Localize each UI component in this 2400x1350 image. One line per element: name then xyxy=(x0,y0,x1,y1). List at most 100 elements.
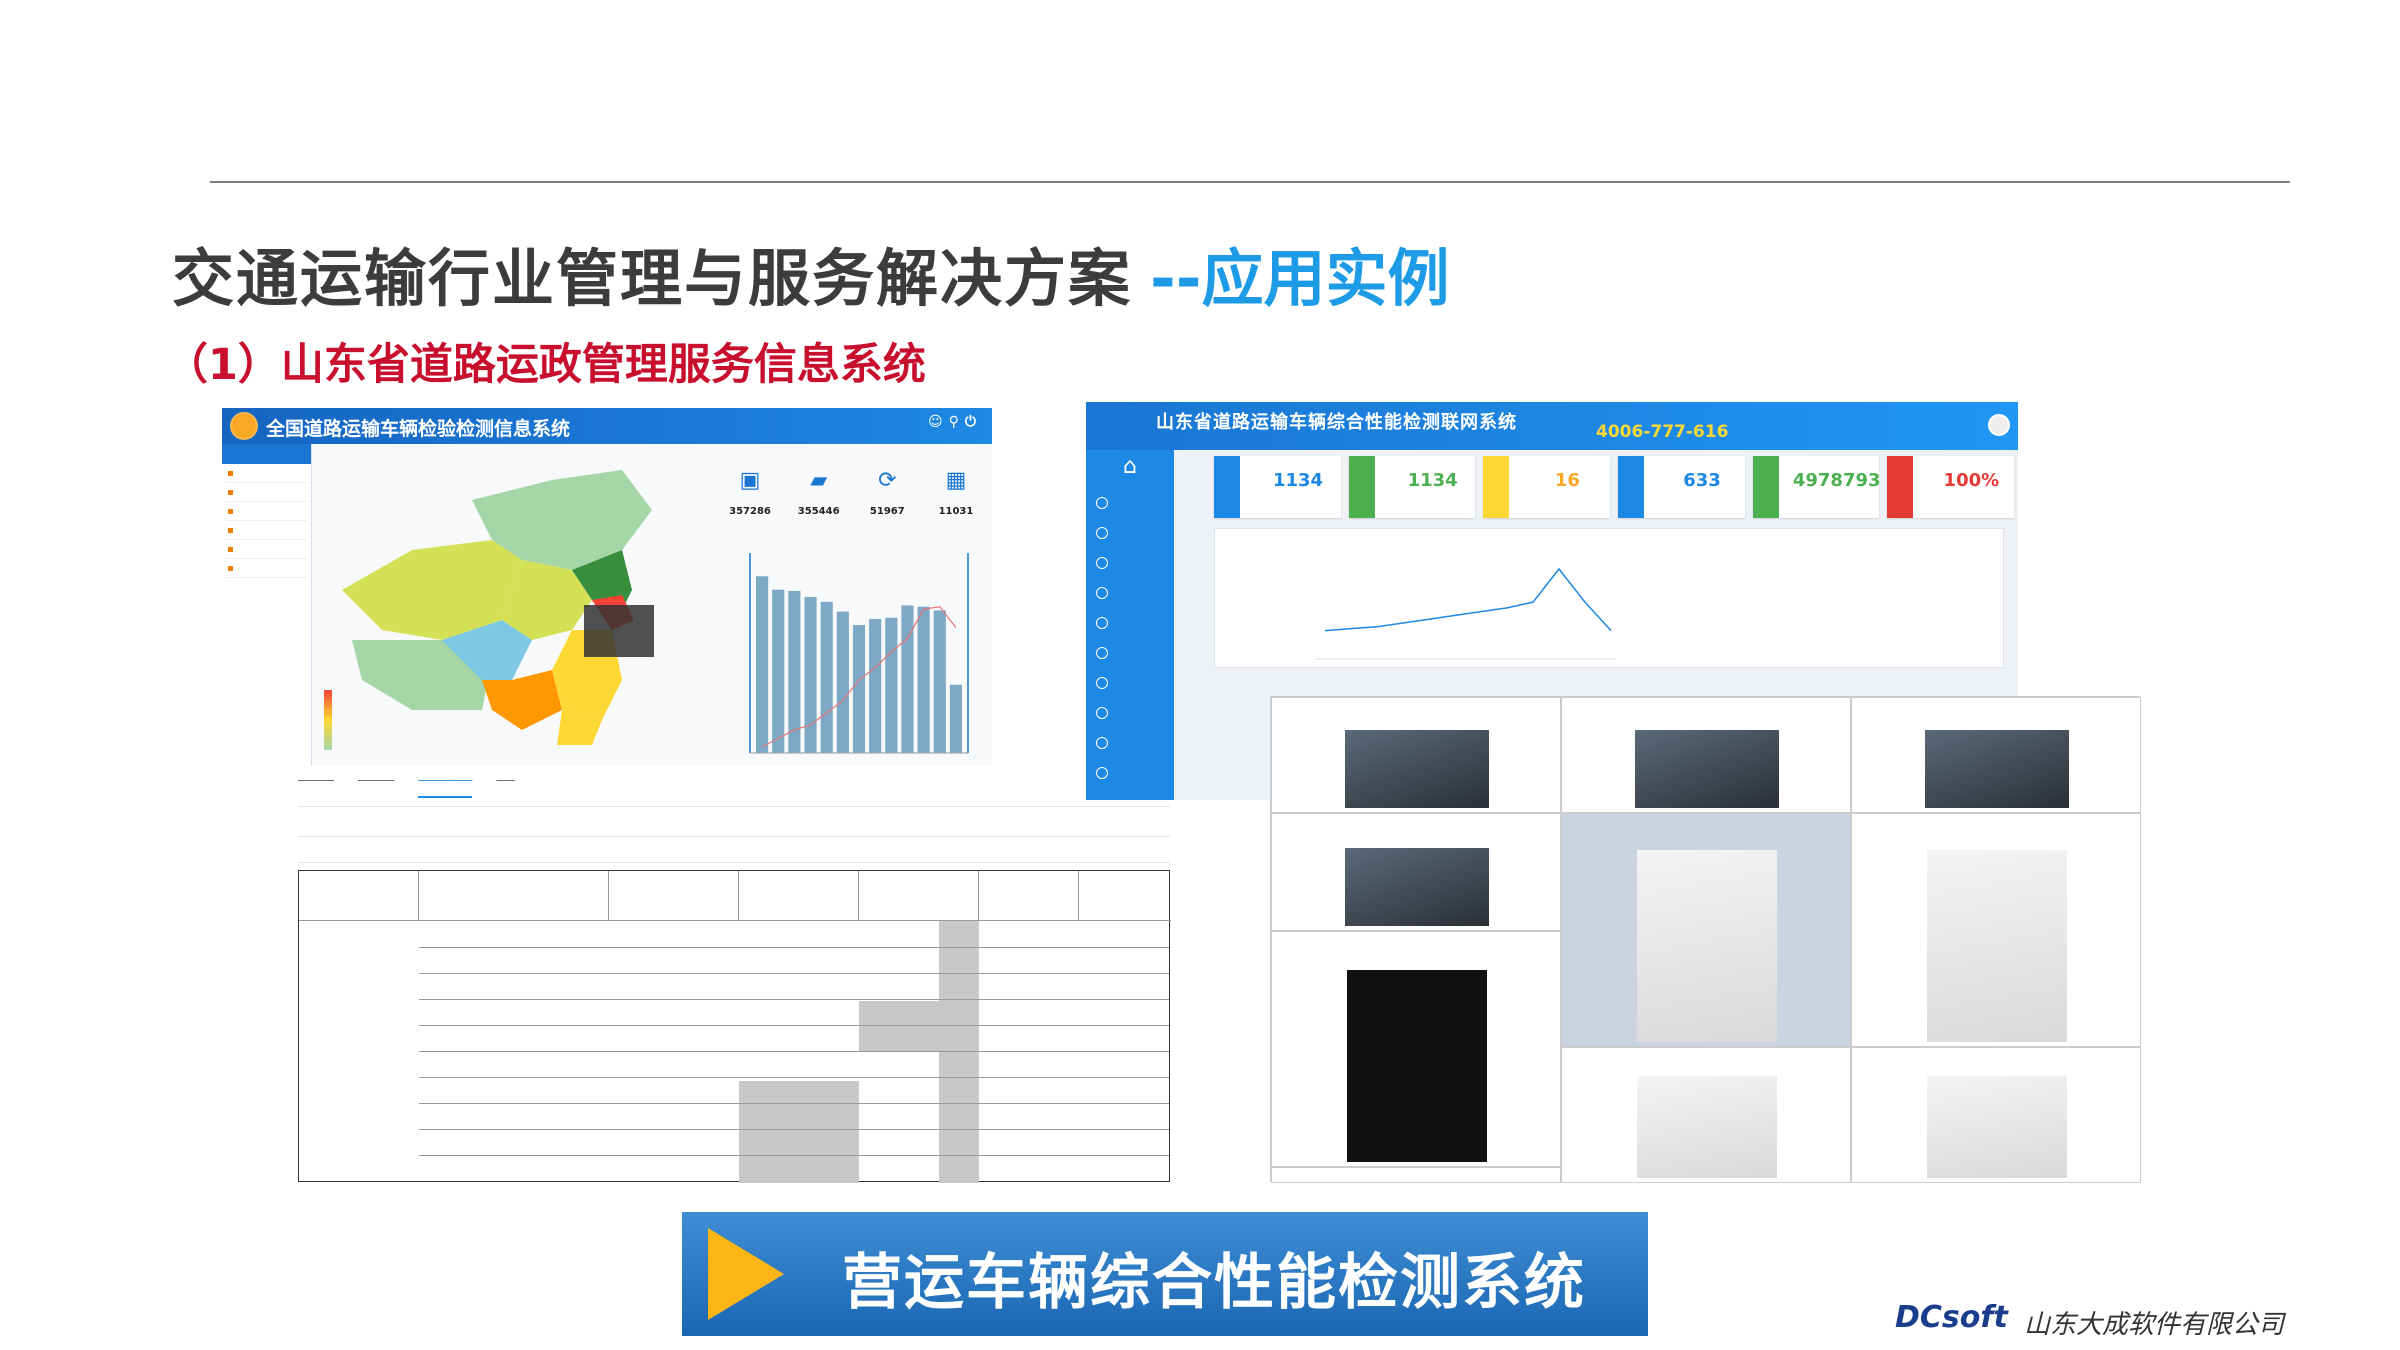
table-header-cell xyxy=(299,871,419,921)
summary-cards: 1134 1134 16 633 4978793 100% xyxy=(1214,456,2015,518)
map-tooltip xyxy=(584,605,654,657)
key-icon[interactable]: ⚲ xyxy=(949,414,965,430)
table-header-cell xyxy=(609,871,739,921)
sidebar-item[interactable] xyxy=(1086,638,1174,668)
avatar[interactable] xyxy=(1988,414,2010,436)
map-legend xyxy=(324,690,332,750)
stat-value: 51967 xyxy=(869,506,905,517)
sidebar-item[interactable] xyxy=(1086,728,1174,758)
summary-card[interactable]: 4978793 xyxy=(1752,456,1881,518)
tab-report-1[interactable]: ────── xyxy=(298,776,334,798)
chart-bar xyxy=(885,617,898,753)
photo-cell[interactable] xyxy=(1271,813,1561,931)
table-gray-block xyxy=(859,1001,979,1051)
card-accent xyxy=(1214,456,1240,518)
power-icon[interactable]: ⏻ xyxy=(965,414,982,430)
sidebar-item[interactable] xyxy=(226,562,307,578)
sidebar-item[interactable] xyxy=(1086,548,1174,578)
sidebar-item[interactable] xyxy=(226,505,307,521)
chart-bar xyxy=(836,611,849,753)
sidebar-item[interactable] xyxy=(1086,608,1174,638)
emblem-icon xyxy=(230,412,258,440)
slide-subtitle: --应用实例 xyxy=(1150,242,1450,315)
photo-cell[interactable] xyxy=(1271,1167,1561,1183)
card-value: 100% xyxy=(1943,470,2000,491)
brake-test-table xyxy=(298,870,1171,1183)
vehicle-photo xyxy=(1347,970,1487,1162)
stat-item: ▰ 355446 xyxy=(787,468,851,528)
card-accent xyxy=(1483,456,1510,518)
chart-bar xyxy=(852,625,866,753)
sidebar-item[interactable] xyxy=(226,543,307,559)
tab-report-2[interactable]: ────── xyxy=(358,776,394,798)
section-title: （1）山东省道路运政管理服务信息系统 xyxy=(165,340,926,390)
sidebar-item[interactable] xyxy=(1086,668,1174,698)
summary-card[interactable]: 16 xyxy=(1483,456,1611,518)
brand-logo: DCsoft xyxy=(1895,1300,2008,1335)
right-app-sidebar: ⌂ xyxy=(1086,450,1174,800)
card-value: 4978793 xyxy=(1792,470,1881,491)
inspection-photo-grid xyxy=(1270,696,2141,1183)
table-row-line xyxy=(419,999,1169,1000)
table-row-line xyxy=(419,1051,1169,1052)
sidebar-item[interactable] xyxy=(226,467,307,483)
card-accent xyxy=(1348,456,1375,518)
photo-cell[interactable] xyxy=(1561,697,1851,813)
home-icon[interactable]: ⌂ xyxy=(1086,450,1174,488)
chart-bar xyxy=(772,589,785,753)
tab-report-4[interactable]: ─── xyxy=(496,776,514,798)
summary-card[interactable]: 1134 xyxy=(1348,456,1476,518)
header-tools: ☺⚲⏻ xyxy=(928,414,982,430)
card-value: 1134 xyxy=(1407,470,1458,491)
vehicle-photo xyxy=(1345,730,1489,808)
sidebar-item[interactable] xyxy=(226,486,307,502)
left-app-title: 全国道路运输车辆检验检测信息系统 xyxy=(266,418,571,440)
summary-card[interactable]: 100% xyxy=(1887,456,2015,518)
left-stats-row: ▣ 357286 ▰ 355446 ⟳ 51967 ▦ 11031 xyxy=(718,468,988,528)
summary-card[interactable]: 633 xyxy=(1618,456,1745,518)
table-gray-block xyxy=(739,1081,859,1183)
banner-title: 营运车辆综合性能检测系统 xyxy=(842,1248,1586,1318)
trend-chart-panel xyxy=(1214,528,2004,668)
stat-value: 355446 xyxy=(797,506,840,517)
vehicle-photo xyxy=(1635,730,1779,808)
sidebar-item[interactable] xyxy=(1086,758,1174,788)
sidebar-item[interactable] xyxy=(1086,518,1174,548)
building-icon: ▦ xyxy=(945,468,967,493)
stat-item: ⟳ 51967 xyxy=(855,468,919,528)
right-app-header: 山东省道路运输车辆综合性能检测联网系统 4006-777-616 xyxy=(1086,402,2018,450)
stat-item: ▣ 357286 xyxy=(718,468,782,528)
sidebar-item[interactable] xyxy=(1086,698,1174,728)
sidebar-item[interactable] xyxy=(226,524,307,540)
inspection-document-photo xyxy=(1927,1076,2067,1178)
photo-cell[interactable] xyxy=(1851,813,2141,1047)
report-tabs: ────── ────── ───────── ─── xyxy=(298,776,515,798)
tab-report-3[interactable]: ───────── xyxy=(418,776,473,798)
refresh-car-icon: ⟳ xyxy=(878,468,897,493)
stat-value: 357286 xyxy=(729,506,771,517)
inspection-document-photo xyxy=(1637,850,1777,1042)
photo-cell[interactable] xyxy=(1851,697,2141,813)
sidebar-item[interactable] xyxy=(1086,488,1174,518)
table-header-cell xyxy=(979,871,1079,921)
photo-cell[interactable] xyxy=(1271,931,1561,1167)
table-header-cell xyxy=(859,871,979,921)
stat-item: ▦ 11031 xyxy=(924,468,988,528)
photo-cell[interactable] xyxy=(1851,1047,2141,1183)
summary-card[interactable]: 1134 xyxy=(1214,456,1341,518)
sidebar-item[interactable] xyxy=(1086,578,1174,608)
photo-cell[interactable] xyxy=(1271,697,1561,813)
brand-name: 山东大成软件有限公司 xyxy=(2024,1310,2285,1340)
spark-line xyxy=(1324,567,1612,632)
table-row-line xyxy=(419,1103,1169,1104)
monthly-bar-chart xyxy=(749,553,969,754)
chart-bar xyxy=(820,601,833,753)
photo-cell[interactable] xyxy=(1561,813,1851,1047)
divider xyxy=(298,836,1170,837)
chart-bar xyxy=(804,597,817,753)
chart-bar xyxy=(756,576,769,753)
vehicle-photo xyxy=(1345,848,1489,926)
photo-cell[interactable] xyxy=(1561,1047,1851,1183)
user-icon[interactable]: ☺ xyxy=(928,414,949,430)
china-map[interactable] xyxy=(322,460,712,760)
